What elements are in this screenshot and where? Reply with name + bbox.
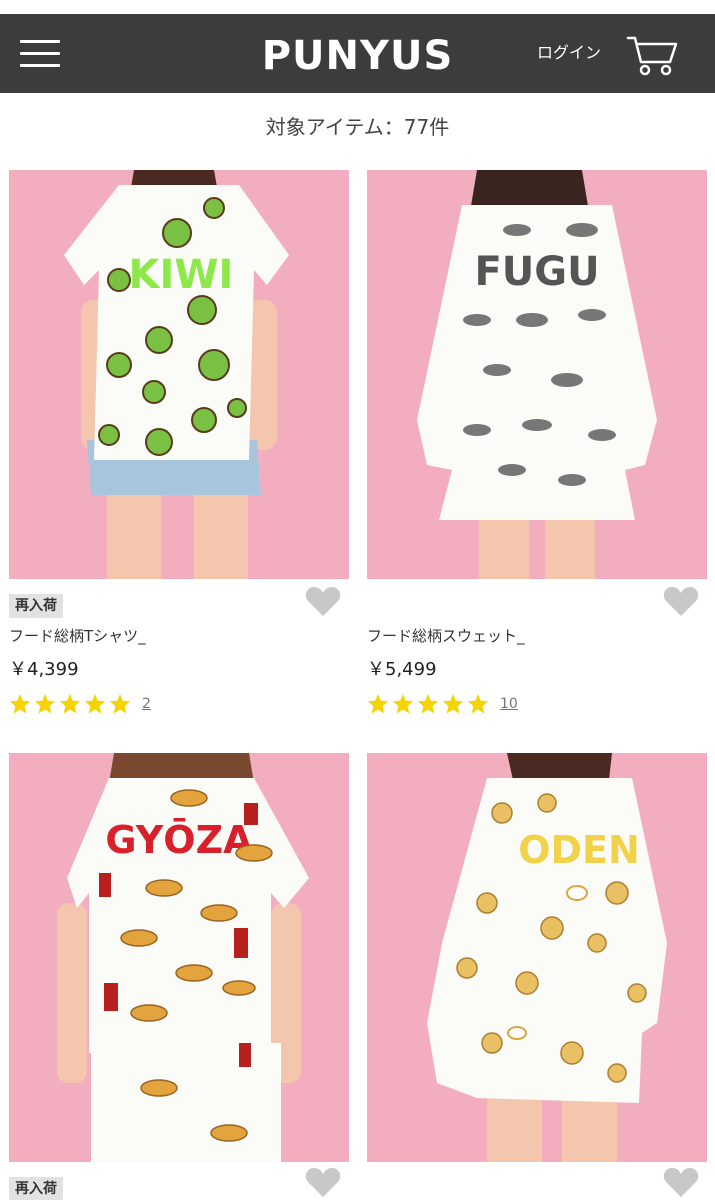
product-image[interactable]: GYŌZA	[9, 753, 349, 1162]
star-icon	[34, 693, 56, 714]
login-link[interactable]: ログイン	[537, 42, 601, 64]
site-header: PUNYUS ログイン	[0, 14, 715, 93]
product-image[interactable]: KIWI	[9, 170, 349, 579]
shirt-print-text: ODEN	[518, 828, 640, 872]
product-card[interactable]: GYŌZA 再入荷	[9, 753, 349, 1200]
star-icon	[109, 693, 131, 714]
heart-icon[interactable]	[663, 586, 699, 618]
shirt-print-text: GYŌZA	[105, 818, 253, 862]
cart-icon[interactable]	[626, 34, 678, 76]
review-count-link[interactable]: 10	[500, 696, 518, 712]
heart-icon[interactable]	[305, 586, 341, 618]
product-image[interactable]: ODEN	[367, 753, 707, 1162]
heart-icon[interactable]	[663, 1167, 699, 1199]
star-icon	[84, 693, 106, 714]
star-icon	[9, 693, 31, 714]
product-image[interactable]: FUGU	[367, 170, 707, 579]
product-name[interactable]: フード総柄Tシャツ_	[9, 625, 146, 647]
rating-stars: 2	[9, 693, 151, 715]
result-count: 対象アイテム：77件	[265, 115, 450, 139]
status-bar-strip	[0, 0, 715, 14]
star-icon	[367, 693, 389, 714]
review-count-link[interactable]: 2	[142, 696, 151, 712]
rating-stars: 10	[367, 693, 518, 715]
product-price: ￥4,399	[9, 659, 79, 680]
star-icon	[467, 693, 489, 714]
star-icon	[442, 693, 464, 714]
restock-badge: 再入荷	[9, 1177, 63, 1200]
product-card[interactable]: FUGU フード総柄スウェット_ ￥5,499 10	[367, 170, 707, 730]
star-icon	[417, 693, 439, 714]
site-logo[interactable]: PUNYUS	[0, 34, 715, 78]
product-price: ￥5,499	[367, 659, 437, 680]
product-name[interactable]: フード総柄スウェット_	[367, 625, 525, 647]
heart-icon[interactable]	[305, 1167, 341, 1199]
shirt-print-text: FUGU	[474, 249, 599, 295]
star-icon	[59, 693, 81, 714]
restock-badge: 再入荷	[9, 594, 63, 618]
product-card[interactable]: ODEN	[367, 753, 707, 1200]
star-icon	[392, 693, 414, 714]
shirt-print-text: KIWI	[129, 252, 234, 298]
product-card[interactable]: KIWI 再入荷 フード総柄Tシャツ_ ￥4,399 2	[9, 170, 349, 730]
